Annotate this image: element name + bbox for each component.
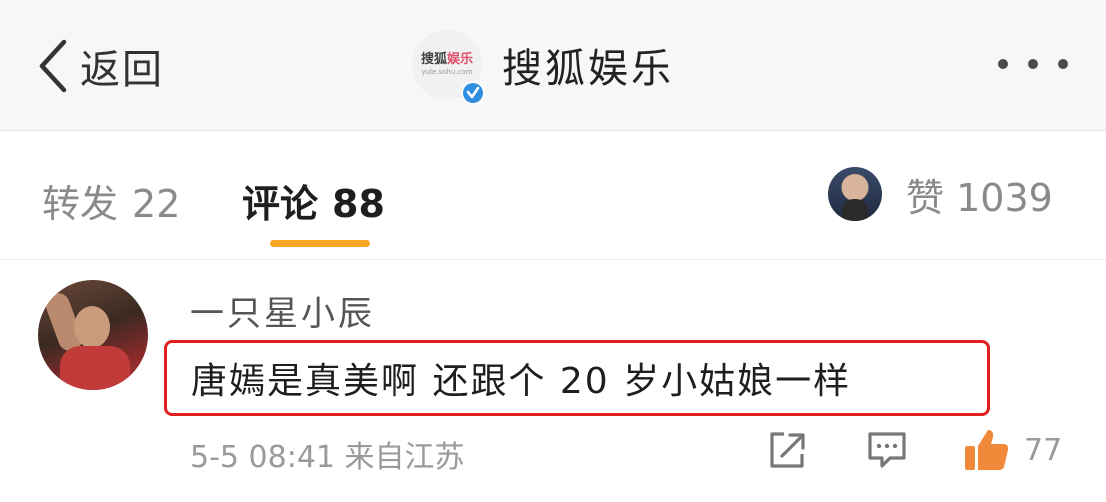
comment-meta: 5-5 08:41 来自江苏 (190, 432, 465, 476)
comment-text: 唐嫣是真美啊 还跟个 20 岁小姑娘一样 (191, 361, 852, 402)
share-icon (770, 432, 805, 468)
chevron-left-icon (39, 39, 67, 93)
tab-comment-label: 评论 (242, 182, 319, 226)
tab-repost[interactable]: 转发 22 (42, 173, 180, 228)
thumbs-up-icon (965, 430, 1009, 470)
commenter-avatar[interactable] (38, 280, 148, 390)
top-navigation-bar: 返回 搜狐娱乐 yule.sohu.com 搜狐娱乐 (0, 0, 1106, 131)
account-header[interactable]: 搜狐娱乐 yule.sohu.com 搜狐娱乐 (412, 30, 674, 105)
tab-repost-label: 转发 (42, 182, 119, 226)
reply-button[interactable] (866, 428, 908, 472)
tab-repost-count: 22 (132, 182, 181, 226)
tab-comment[interactable]: 评论 88 (242, 173, 385, 228)
account-logo-url: yule.sohu.com (421, 68, 473, 76)
comment-like-count: 77 (1024, 432, 1063, 468)
interaction-tabs: 转发 22 评论 88 赞 1039 (0, 131, 1106, 260)
liker-avatar[interactable] (828, 167, 882, 221)
comment-item: 一只星小辰 唐嫣是真美啊 还跟个 20 岁小姑娘一样 5-5 08:41 来自江… (0, 260, 1106, 502)
account-name: 搜狐娱乐 (502, 46, 674, 92)
tab-likes-text: 赞 1039 (906, 175, 1053, 220)
account-avatar[interactable]: 搜狐娱乐 yule.sohu.com (412, 30, 485, 105)
verified-badge-icon (461, 81, 485, 105)
commenter-username[interactable]: 一只星小辰 (190, 286, 375, 335)
comment-timestamp: 5-5 08:41 (190, 440, 335, 475)
share-button[interactable] (766, 428, 808, 472)
more-dot (1058, 59, 1068, 69)
account-logo: 搜狐娱乐 (420, 52, 474, 67)
active-tab-indicator (270, 240, 370, 247)
back-label: 返回 (80, 47, 164, 93)
comment-source: 来自江苏 (344, 440, 465, 475)
tab-likes[interactable]: 赞 1039 (828, 167, 1053, 221)
comment-highlight-box: 唐嫣是真美啊 还跟个 20 岁小姑娘一样 (164, 340, 990, 416)
like-button[interactable]: 77 (962, 428, 1062, 472)
more-dot (1028, 59, 1038, 69)
tab-comment-count: 88 (332, 182, 385, 226)
back-button[interactable]: 返回 (36, 36, 164, 96)
more-dot (998, 59, 1008, 69)
comment-bubble-icon (868, 432, 906, 468)
more-dots-icon[interactable] (998, 56, 1068, 72)
